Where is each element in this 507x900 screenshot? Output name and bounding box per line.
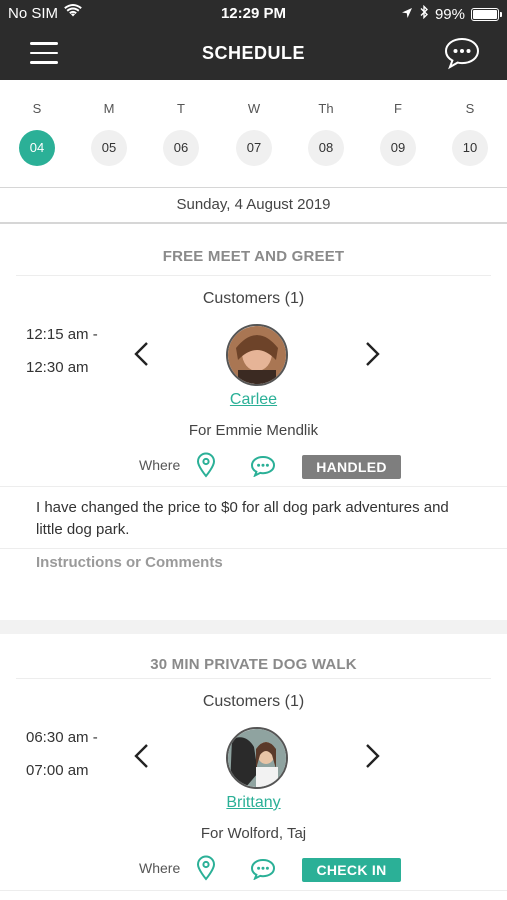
chevron-left-icon[interactable] xyxy=(132,341,150,372)
day-mon[interactable]: M 05 xyxy=(81,80,137,166)
divider xyxy=(16,275,491,276)
status-badge[interactable]: HANDLED xyxy=(302,455,401,479)
customer-avatar[interactable] xyxy=(226,324,288,386)
location-arrow-icon xyxy=(401,6,413,23)
section-gap xyxy=(0,620,507,634)
date-chip[interactable]: 06 xyxy=(163,130,199,166)
service-title: FREE MEET AND GREET xyxy=(162,248,345,265)
date-chip[interactable]: 10 xyxy=(452,130,488,166)
battery-icon xyxy=(471,7,502,21)
map-pin-icon[interactable] xyxy=(196,855,216,886)
day-sun[interactable]: S 04 xyxy=(9,80,65,166)
date-chip[interactable]: 07 xyxy=(236,130,272,166)
date-chip[interactable]: 09 xyxy=(380,130,416,166)
day-label: F xyxy=(394,101,402,116)
customer-avatar[interactable] xyxy=(226,727,288,789)
divider xyxy=(0,486,507,487)
day-label: Th xyxy=(318,101,334,116)
day-tue[interactable]: T 06 xyxy=(153,80,209,166)
day-wed[interactable]: W 07 xyxy=(226,80,282,166)
bluetooth-icon xyxy=(419,4,429,23)
selected-date-label: Sunday, 4 August 2019 xyxy=(0,188,507,224)
map-pin-icon[interactable] xyxy=(196,452,216,483)
check-in-button[interactable]: CHECK IN xyxy=(302,858,401,882)
customer-name-link[interactable]: Brittany xyxy=(0,794,507,812)
day-fri[interactable]: F 09 xyxy=(370,80,426,166)
where-label: Where xyxy=(139,860,181,876)
message-icon[interactable] xyxy=(250,858,276,885)
date-chip[interactable]: 05 xyxy=(91,130,127,166)
date-chip-selected[interactable]: 04 xyxy=(19,130,55,166)
chevron-right-icon[interactable] xyxy=(364,341,382,372)
pet-owner-line: For Emmie Mendlik xyxy=(188,422,319,439)
day-label: S xyxy=(465,101,475,116)
where-label: Where xyxy=(139,457,181,473)
chevron-right-icon[interactable] xyxy=(364,743,382,774)
customers-label: Customers (1) xyxy=(202,290,305,307)
status-bar: No SIM 12:29 PM 99% xyxy=(0,0,507,28)
date-chip[interactable]: 08 xyxy=(308,130,344,166)
chat-bubble-icon[interactable] xyxy=(443,36,481,75)
message-icon[interactable] xyxy=(250,455,276,482)
time-end: 12:30 am xyxy=(26,359,89,376)
battery-percent: 99% xyxy=(434,5,465,23)
week-strip: S 04 M 05 T 06 W 07 Th 08 F 09 S 10 xyxy=(0,80,507,188)
chevron-left-icon[interactable] xyxy=(132,743,150,774)
appointment-card: 30 MIN PRIVATE DOG WALK Customers (1) 06… xyxy=(0,634,507,900)
instructions-field[interactable]: Instructions or Comments xyxy=(36,554,223,571)
customers-label: Customers (1) xyxy=(202,693,305,710)
pet-owner-line: For Wolford, Taj xyxy=(200,825,307,842)
customer-name-link[interactable]: Carlee xyxy=(0,391,507,409)
time-end: 07:00 am xyxy=(26,762,89,779)
day-label: M xyxy=(103,101,115,116)
day-label: W xyxy=(247,101,261,116)
day-sat[interactable]: S 10 xyxy=(442,80,498,166)
day-label: T xyxy=(177,101,185,116)
day-label: S xyxy=(32,101,42,116)
appointment-note: I have changed the price to $0 for all d… xyxy=(36,499,449,538)
appointment-card: FREE MEET AND GREET Customers (1) 12:15 … xyxy=(0,226,507,620)
time-start: 12:15 am - xyxy=(26,326,98,343)
divider xyxy=(0,890,507,891)
service-title: 30 MIN PRIVATE DOG WALK xyxy=(150,656,357,673)
nav-bar: SCHEDULE xyxy=(0,28,507,80)
divider xyxy=(16,678,491,679)
app-header: No SIM 12:29 PM 99% SCHEDULE xyxy=(0,0,507,80)
page-title: SCHEDULE xyxy=(201,43,305,63)
divider xyxy=(0,548,507,549)
day-thu[interactable]: Th 08 xyxy=(298,80,354,166)
time-start: 06:30 am - xyxy=(26,729,98,746)
